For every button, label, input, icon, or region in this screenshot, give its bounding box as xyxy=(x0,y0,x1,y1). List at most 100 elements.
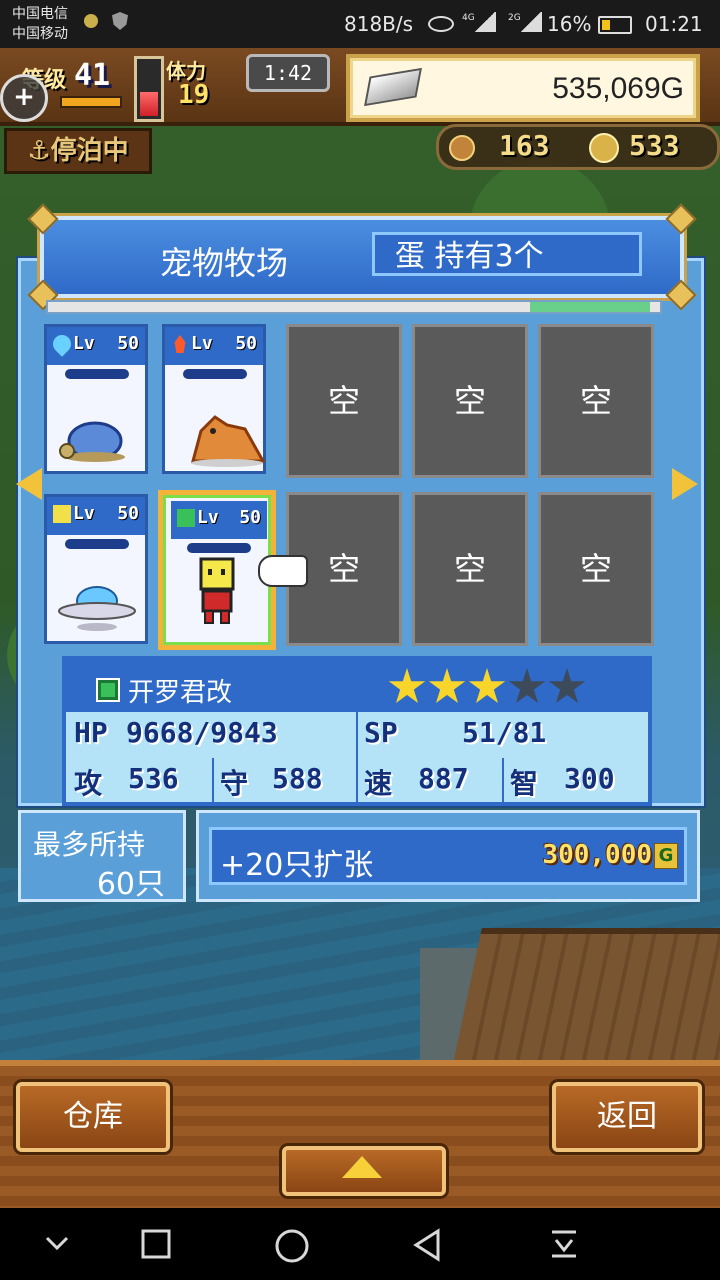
empty-slot[interactable]: 空 xyxy=(412,324,528,478)
stat-divider xyxy=(356,712,358,806)
star-filled-icon xyxy=(428,668,466,703)
pet-level: 50 xyxy=(117,333,139,354)
home-circle-icon[interactable] xyxy=(274,1228,310,1264)
star-empty-icon xyxy=(548,668,586,703)
pet-card-header: Lv 50 xyxy=(47,327,145,365)
page-scrollbar-thumb[interactable] xyxy=(530,302,650,312)
recents-square-icon[interactable] xyxy=(140,1228,172,1260)
gold-coin-icon: G xyxy=(654,843,678,869)
notification-icon xyxy=(84,14,98,28)
notification-pull-icon[interactable] xyxy=(548,1228,580,1260)
capacity-value: 60只 xyxy=(96,867,165,902)
expand-capacity-button[interactable]: +20只扩张 300,000 G xyxy=(209,827,687,885)
defense-label: 守 xyxy=(220,767,249,800)
system-status-bar: 中国电信 中国移动 818B/s 4G 2G 16% 01:21 xyxy=(0,0,720,48)
resource-2-value: 533 xyxy=(629,129,680,162)
pet-level: 50 xyxy=(117,503,139,524)
light-element-icon xyxy=(53,505,71,523)
pet-rank-stars xyxy=(388,668,588,710)
water-element-icon xyxy=(49,331,75,357)
fire-element-icon xyxy=(174,335,186,353)
eye-icon xyxy=(428,16,454,32)
defense-value: 588 xyxy=(272,762,323,795)
anchor-status-badge: ⚓停泊中 xyxy=(4,128,152,174)
pet-level-label: Lv xyxy=(73,333,95,354)
signal-4g-label: 4G xyxy=(462,13,475,23)
expand-cost: 300,000 xyxy=(542,840,652,870)
expand-label: +20只扩张 xyxy=(220,848,374,883)
capacity-label: 最多所持 xyxy=(33,828,146,861)
stamina-gauge-fill xyxy=(140,92,158,116)
robot-sprite xyxy=(199,557,235,624)
empty-slot[interactable]: 空 xyxy=(412,492,528,646)
egg-count-button[interactable]: 蛋 持有3个 xyxy=(372,232,642,276)
medal-icon xyxy=(589,133,619,163)
resource-panel: 163 533 xyxy=(436,124,720,170)
attack-value: 536 xyxy=(128,762,179,795)
pet-hp-bar xyxy=(65,369,129,379)
stamina-gauge xyxy=(134,56,164,122)
warehouse-button[interactable]: 仓库 xyxy=(16,1082,170,1152)
sp-label: SP xyxy=(364,716,398,749)
capacity-panel: 最多所持 60只 xyxy=(18,810,186,902)
dialog-title-banner: 宠物牧场 蛋 持有3个 xyxy=(27,203,697,311)
up-arrow-icon xyxy=(342,1156,382,1178)
carrier-2: 中国移动 xyxy=(12,26,68,42)
pet-card-header: Lv 50 xyxy=(47,497,145,535)
hp-label: HP xyxy=(74,716,108,749)
silver-ingot-icon xyxy=(364,67,422,107)
intelligence-label: 智 xyxy=(510,767,539,800)
pet-info-header: 开罗君改 xyxy=(66,660,648,712)
speed-label: 速 xyxy=(364,767,393,800)
gold-panel: 535,069G xyxy=(346,54,700,122)
expand-menu-button[interactable] xyxy=(282,1146,446,1196)
pet-slot-6[interactable]: Lv 50 xyxy=(44,494,148,644)
pet-level-label: Lv xyxy=(191,333,213,354)
battery-percent: 16% xyxy=(547,12,592,36)
stat-divider xyxy=(212,758,214,806)
pet-level-label: Lv xyxy=(73,503,95,524)
empty-slot[interactable]: 空 xyxy=(538,324,654,478)
pet-hp-bar xyxy=(65,539,129,549)
pet-slot-1[interactable]: Lv 50 xyxy=(44,324,148,474)
star-empty-icon xyxy=(508,668,546,703)
leaf-element-icon xyxy=(96,678,120,702)
signal-bars-icon xyxy=(520,12,542,32)
level-exp-bar xyxy=(60,96,122,108)
pet-hp-bar xyxy=(183,369,247,379)
hand-pointer-icon xyxy=(258,555,308,587)
resource-1-value: 163 xyxy=(499,129,550,162)
pet-info-panel: 开罗君改 HP 9668/9843 SP 51/81 攻 536 守 588 速… xyxy=(62,656,652,806)
carrier-1: 中国电信 xyxy=(12,6,68,22)
pet-level: 50 xyxy=(235,333,257,354)
signal-2g-label: 2G xyxy=(508,13,521,23)
back-button[interactable]: 返回 xyxy=(552,1082,702,1152)
floating-plus-button[interactable]: + xyxy=(0,74,48,122)
network-speed: 818B/s xyxy=(344,12,414,36)
star-filled-icon xyxy=(468,668,506,703)
turtle-sprite xyxy=(59,421,125,462)
food-icon xyxy=(449,135,475,161)
empty-slot[interactable]: 空 xyxy=(286,324,402,478)
signal-bars-icon xyxy=(474,12,496,32)
pet-slot-2[interactable]: Lv 50 xyxy=(162,324,266,474)
intelligence-value: 300 xyxy=(564,762,615,795)
attack-label: 攻 xyxy=(74,767,103,800)
chevron-down-icon[interactable] xyxy=(42,1228,72,1258)
speed-value: 887 xyxy=(418,762,469,795)
empty-slot[interactable]: 空 xyxy=(538,492,654,646)
back-triangle-icon[interactable] xyxy=(410,1228,444,1262)
pet-level-label: Lv xyxy=(197,507,219,528)
page-scrollbar[interactable] xyxy=(46,300,662,314)
pet-card-header: Lv 50 xyxy=(171,501,267,539)
gold-amount: 535,069G xyxy=(552,72,684,105)
android-navigation-bar xyxy=(0,1208,720,1280)
stat-divider xyxy=(502,758,504,806)
hp-value: 9668/9843 xyxy=(126,716,278,749)
page-right-arrow[interactable] xyxy=(672,468,698,500)
sp-value: 51/81 xyxy=(462,716,547,749)
ufo-sprite xyxy=(58,586,136,631)
page-left-arrow[interactable] xyxy=(16,468,42,500)
pet-hp-bar xyxy=(187,543,251,553)
stamina-value: 19 xyxy=(178,80,210,110)
